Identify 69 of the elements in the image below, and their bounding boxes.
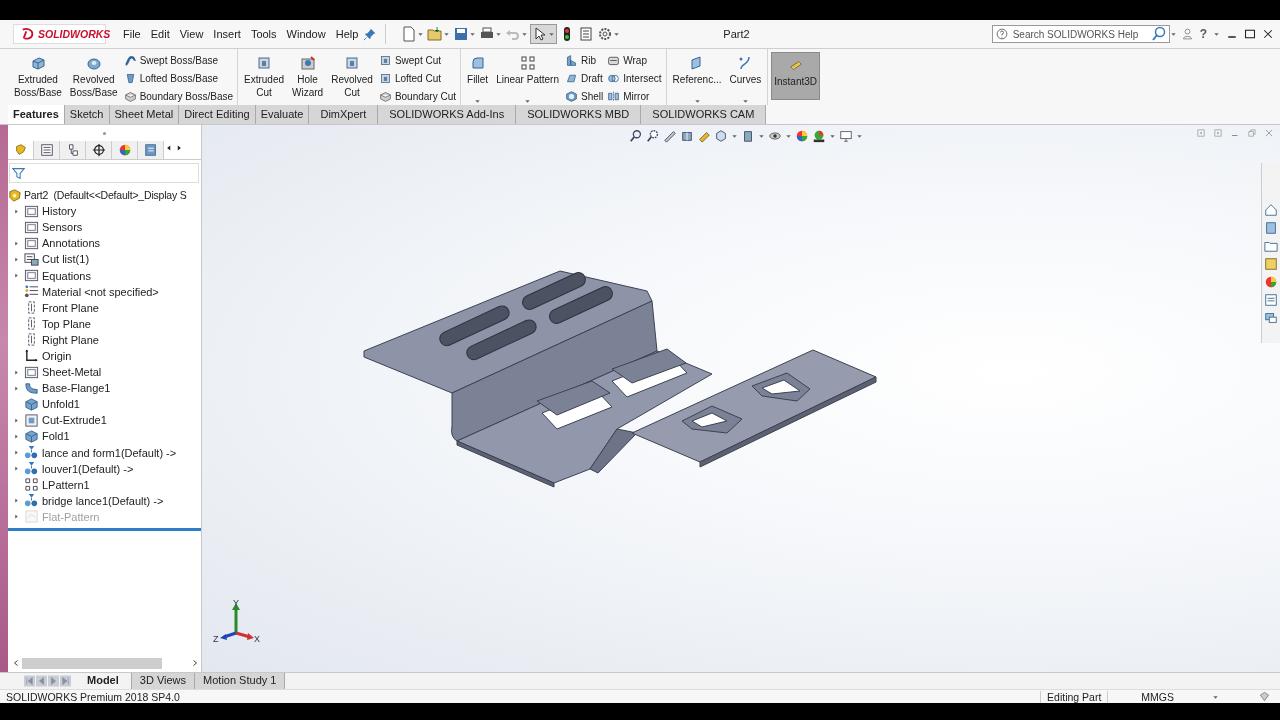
ribbon-button[interactable]: Wrap [606, 52, 663, 69]
menu-item[interactable]: Help [330, 25, 364, 43]
axis-label: Y [233, 598, 239, 608]
ribbon-button[interactable]: Revolved Boss/Base [66, 52, 121, 102]
menu-item[interactable]: Tools [245, 25, 282, 43]
ribbon-button[interactable]: Revolved Cut [328, 52, 376, 102]
menu-item[interactable]: View [174, 25, 209, 43]
tree-root-label[interactable]: Part2 (Default<<Default>_Display S [24, 189, 187, 202]
tree-item[interactable]: Material <not specified> [42, 285, 159, 298]
tree-item[interactable]: History [42, 205, 77, 218]
tree-item[interactable]: Fold1 [42, 430, 70, 443]
menu-item[interactable]: File [118, 25, 146, 43]
ribbon-button[interactable]: Extruded Boss/Base [11, 52, 65, 102]
model-tab[interactable]: Motion Study 1 [195, 673, 286, 689]
tree-item[interactable]: bridge lance1(Default) -> [42, 494, 164, 507]
command-tab[interactable]: Sheet Metal [109, 105, 180, 124]
tree-item[interactable]: Right Plane [42, 333, 99, 346]
axis-label: X [254, 634, 260, 644]
menu-item[interactable]: Insert [208, 25, 246, 43]
tree-item[interactable]: Front Plane [42, 301, 99, 314]
tree-item[interactable]: Cut-Extrude1 [42, 414, 107, 427]
tree-item[interactable]: Sheet-Metal [42, 366, 102, 379]
menu-item[interactable]: Edit [145, 25, 175, 43]
ribbon-button[interactable]: Referenc... [669, 52, 725, 89]
ribbon-button[interactable]: Fillet [464, 52, 492, 89]
tree-item[interactable]: lance and form1(Default) -> [42, 446, 177, 459]
tree-item[interactable]: Top Plane [42, 317, 91, 330]
command-tab[interactable]: Evaluate [255, 105, 310, 124]
command-tab[interactable]: SOLIDWORKS MBD [516, 105, 642, 124]
ribbon-button[interactable]: Swept Cut [377, 52, 458, 69]
menu-item[interactable]: Window [281, 25, 331, 43]
command-tab[interactable]: Sketch [64, 105, 110, 124]
tree-item[interactable]: Sensors [42, 221, 83, 234]
tree-item[interactable]: louver1(Default) -> [42, 462, 134, 475]
command-tab[interactable]: SOLIDWORKS Add-Ins [378, 105, 517, 124]
tree-item[interactable]: Unfold1 [42, 398, 80, 411]
tree-item[interactable]: Origin [42, 350, 72, 362]
status-mode: Editing Part [1040, 690, 1109, 703]
ribbon-button[interactable]: Intersect [606, 70, 663, 87]
tree-item[interactable]: Annotations [42, 237, 101, 250]
command-tab[interactable]: Features [8, 105, 65, 124]
units-selector[interactable]: MMGS [1141, 690, 1174, 703]
ribbon-button[interactable]: Hole Wizard [289, 52, 327, 102]
ribbon-button[interactable]: Curves [726, 52, 765, 89]
ribbon-button[interactable]: Boundary Boss/Base [122, 88, 234, 105]
command-tab[interactable]: DimXpert [309, 105, 379, 124]
toggle-button[interactable]: Instant3D [771, 52, 820, 100]
status-text: SOLIDWORKS Premium 2018 SP4.0 [6, 690, 181, 703]
ribbon-button[interactable]: Extruded Cut [241, 52, 288, 102]
tree-item[interactable]: Equations [42, 269, 91, 282]
ribbon-button[interactable]: Linear Pattern [493, 52, 562, 89]
ribbon-button[interactable]: Boundary Cut [377, 88, 458, 105]
ribbon-button[interactable]: Rib [564, 52, 605, 69]
document-title: Part2 [722, 28, 751, 40]
model-tab[interactable]: 3D Views [131, 673, 196, 689]
command-tab[interactable]: Direct Editing [179, 105, 256, 124]
search-field[interactable]: Search SOLIDWORKS Help [991, 25, 1170, 43]
axis-label: Z [213, 634, 219, 644]
ribbon-button[interactable]: Lofted Boss/Base [122, 70, 234, 87]
ribbon-button[interactable]: Shell [564, 88, 605, 105]
command-tab[interactable]: SOLIDWORKS CAM [641, 105, 767, 124]
ribbon-button[interactable]: Draft [564, 70, 605, 87]
ribbon-button[interactable]: Swept Boss/Base [122, 52, 234, 69]
ribbon-button[interactable]: Lofted Cut [377, 70, 458, 87]
help-button[interactable]: ? [1199, 27, 1207, 41]
tree-item[interactable]: Cut list(1) [42, 253, 90, 266]
tree-item[interactable]: Base-Flange1 [42, 382, 111, 395]
tree-item[interactable]: LPattern1 [42, 478, 90, 491]
ribbon-button[interactable]: Mirror [606, 88, 663, 105]
